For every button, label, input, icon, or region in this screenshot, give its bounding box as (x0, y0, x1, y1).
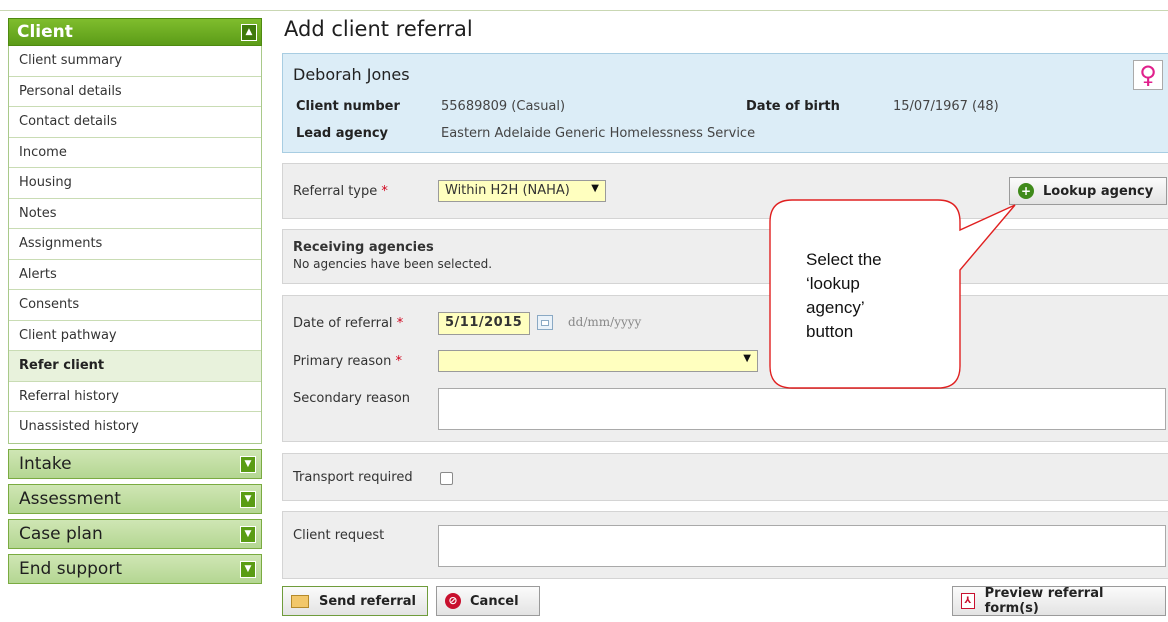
secondary-reason-label: Secondary reason (293, 391, 410, 406)
callout-line: Select the (806, 250, 882, 269)
receiving-agencies-heading: Receiving agencies (293, 240, 434, 255)
transport-required-checkbox[interactable] (440, 472, 453, 485)
sidebar-item-consents[interactable]: Consents (9, 290, 261, 321)
callout-text: Select the ‘lookup agency’ button (806, 248, 946, 344)
sidebar-item-assignments[interactable]: Assignments (9, 229, 261, 260)
sidebar-item-refer-client[interactable]: Refer client (9, 351, 261, 382)
receiving-agencies-empty-text: No agencies have been selected. (293, 257, 493, 271)
envelope-icon (291, 594, 309, 608)
sidebar-item-alerts[interactable]: Alerts (9, 259, 261, 290)
client-info-panel: Deborah Jones ♀ Client number 55689809 (… (282, 53, 1168, 153)
client-number-value: 55689809 (Casual) (441, 99, 566, 114)
client-name: Deborah Jones (293, 65, 410, 84)
sidebar-section-intake[interactable]: Intake ▼ (8, 448, 262, 479)
referral-type-select[interactable]: Within H2H (NAHA) ▼ (438, 180, 606, 202)
sidebar-section-end-support[interactable]: End support ▼ (8, 553, 262, 584)
expand-icon[interactable]: ▼ (240, 560, 256, 578)
sidebar-item-contact-details[interactable]: Contact details (9, 107, 261, 138)
lead-agency-label: Lead agency (296, 126, 389, 141)
primary-reason-label: Primary reason * (293, 354, 402, 369)
sidebar-item-notes[interactable]: Notes (9, 198, 261, 229)
primary-reason-select[interactable]: ▼ (438, 350, 758, 372)
preview-referral-form-button[interactable]: ⅄ Preview referral form(s) (952, 586, 1166, 616)
add-icon: + (1018, 183, 1034, 199)
top-divider (0, 10, 1168, 11)
page-title: Add client referral (284, 17, 473, 41)
sidebar-section-title: Client (17, 22, 73, 42)
client-request-label: Client request (293, 528, 385, 543)
cancel-icon: ⊘ (445, 593, 461, 609)
referral-details-panel: Date of referral * 5/11/2015 dd/mm/yyyy … (282, 295, 1168, 442)
sidebar-item-client-pathway[interactable]: Client pathway (9, 320, 261, 351)
expand-icon[interactable]: ▼ (240, 490, 256, 508)
referral-type-panel: Referral type * Within H2H (NAHA) ▼ + Lo… (282, 163, 1168, 219)
sidebar-section-title: End support (19, 558, 122, 579)
secondary-reason-input[interactable] (438, 388, 1166, 430)
sidebar-section-title: Assessment (19, 488, 121, 509)
client-number-label: Client number (296, 99, 400, 114)
client-nav-list: Client summary Personal details Contact … (8, 46, 262, 444)
date-format-hint: dd/mm/yyyy (568, 315, 642, 329)
date-of-referral-label: Date of referral * (293, 316, 404, 331)
sidebar-item-client-summary[interactable]: Client summary (9, 46, 261, 77)
sidebar-item-income[interactable]: Income (9, 137, 261, 168)
receiving-agencies-panel: Receiving agencies No agencies have been… (282, 229, 1168, 284)
female-gender-icon: ♀ (1133, 60, 1163, 90)
lookup-agency-button[interactable]: + Lookup agency (1009, 177, 1167, 205)
sidebar-item-referral-history[interactable]: Referral history (9, 381, 261, 412)
pdf-icon: ⅄ (961, 593, 975, 609)
lead-agency-value: Eastern Adelaide Generic Homelessness Se… (441, 126, 756, 141)
sidebar-item-housing[interactable]: Housing (9, 168, 261, 199)
sidebar-section-client[interactable]: Client ▲ (8, 18, 262, 46)
transport-required-label: Transport required (293, 470, 413, 485)
calendar-icon[interactable] (537, 315, 553, 330)
callout-line: ‘lookup (806, 274, 860, 293)
sidebar-section-case-plan[interactable]: Case plan ▼ (8, 518, 262, 549)
date-of-referral-input[interactable]: 5/11/2015 (438, 312, 530, 335)
cancel-button[interactable]: ⊘ Cancel (436, 586, 540, 616)
chevron-down-icon: ▼ (743, 353, 751, 364)
send-referral-button[interactable]: Send referral (282, 586, 428, 616)
collapse-icon[interactable]: ▲ (241, 24, 257, 41)
chevron-down-icon: ▼ (591, 183, 599, 194)
callout-line: agency’ (806, 298, 865, 317)
sidebar-section-assessment[interactable]: Assessment ▼ (8, 483, 262, 514)
sidebar-item-personal-details[interactable]: Personal details (9, 76, 261, 107)
dob-label: Date of birth (746, 99, 840, 114)
client-request-input[interactable] (438, 525, 1166, 567)
sidebar: Client ▲ Client summary Personal details… (8, 18, 262, 584)
callout-line: button (806, 322, 854, 341)
sidebar-section-title: Intake (19, 453, 72, 474)
expand-icon[interactable]: ▼ (240, 525, 256, 543)
transport-panel: Transport required (282, 453, 1168, 501)
client-request-panel: Client request (282, 511, 1168, 579)
referral-type-label: Referral type * (293, 184, 388, 199)
expand-icon[interactable]: ▼ (240, 455, 256, 473)
sidebar-section-title: Case plan (19, 523, 103, 544)
sidebar-item-unassisted-history[interactable]: Unassisted history (9, 412, 261, 443)
dob-value: 15/07/1967 (48) (893, 99, 999, 114)
